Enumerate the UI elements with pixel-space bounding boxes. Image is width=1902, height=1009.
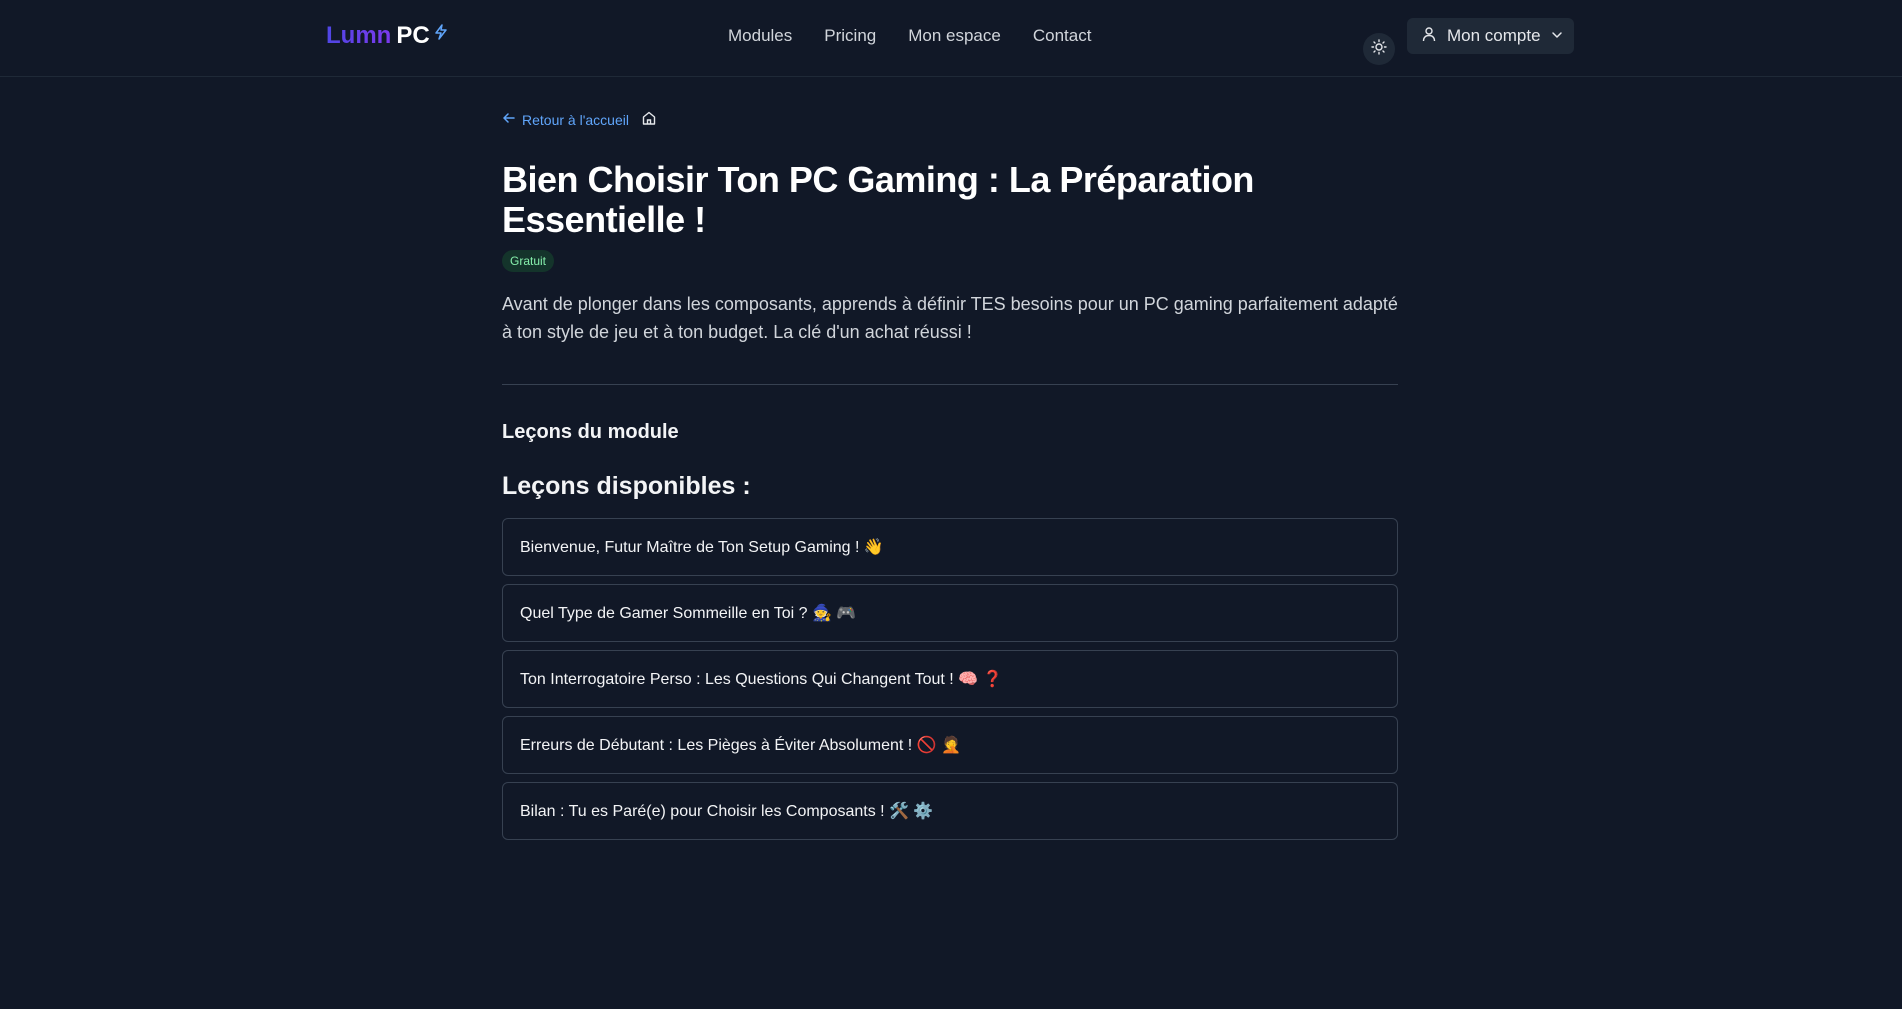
home-icon[interactable] [641, 110, 657, 129]
lesson-title: Bienvenue, Futur Maître de Ton Setup Gam… [520, 539, 884, 556]
nav-item-contact[interactable]: Contact [1033, 26, 1092, 46]
main-nav: Modules Pricing Mon espace Contact [728, 26, 1091, 46]
lesson-title: Bilan : Tu es Paré(e) pour Choisir les C… [520, 803, 934, 820]
lesson-item[interactable]: Bilan : Tu es Paré(e) pour Choisir les C… [502, 782, 1398, 840]
lesson-item[interactable]: Quel Type de Gamer Sommeille en Toi ? 🧙 … [502, 584, 1398, 642]
page-title: Bien Choisir Ton PC Gaming : La Préparat… [502, 159, 1254, 240]
nav-item-modules[interactable]: Modules [728, 26, 792, 46]
module-description: Avant de plonger dans les composants, ap… [502, 294, 1398, 342]
logo-text-lumn: Lumn [326, 22, 392, 49]
lesson-title: Ton Interrogatoire Perso : Les Questions… [520, 671, 1003, 688]
user-icon [1421, 26, 1437, 47]
nav-item-pricing[interactable]: Pricing [824, 26, 876, 46]
status-badge: Gratuit [502, 250, 555, 272]
lessons-heading: Leçons disponibles : [502, 472, 751, 500]
lesson-item[interactable]: Bienvenue, Futur Maître de Ton Setup Gam… [502, 518, 1398, 576]
arrow-left-icon [502, 111, 516, 128]
lesson-title: Erreurs de Débutant : Les Pièges à Évite… [520, 737, 961, 754]
top-header: Lumn PC Modules Pricing Mon espace Conta… [0, 0, 1902, 77]
back-to-home-link[interactable]: Retour à l'accueil [502, 110, 657, 129]
logo[interactable]: Lumn PC [326, 22, 448, 50]
nav-item-mon-espace[interactable]: Mon espace [908, 26, 1001, 46]
chevron-down-icon [1551, 26, 1563, 46]
lesson-item[interactable]: Erreurs de Débutant : Les Pièges à Évite… [502, 716, 1398, 774]
account-label: Mon compte [1447, 26, 1541, 45]
lesson-list: Bienvenue, Futur Maître de Ton Setup Gam… [502, 518, 1398, 848]
lesson-item[interactable]: Ton Interrogatoire Perso : Les Questions… [502, 650, 1398, 708]
lightning-bolt-icon [434, 19, 448, 47]
account-menu-button[interactable]: Mon compte [1407, 18, 1574, 54]
divider [502, 384, 1398, 385]
section-heading: Leçons du module [502, 421, 679, 443]
back-link-label: Retour à l'accueil [522, 111, 629, 128]
theme-toggle-button[interactable] [1363, 33, 1395, 65]
lesson-title: Quel Type de Gamer Sommeille en Toi ? 🧙 … [520, 605, 857, 622]
logo-text-pc: PC [396, 22, 430, 49]
sun-icon [1371, 38, 1387, 60]
